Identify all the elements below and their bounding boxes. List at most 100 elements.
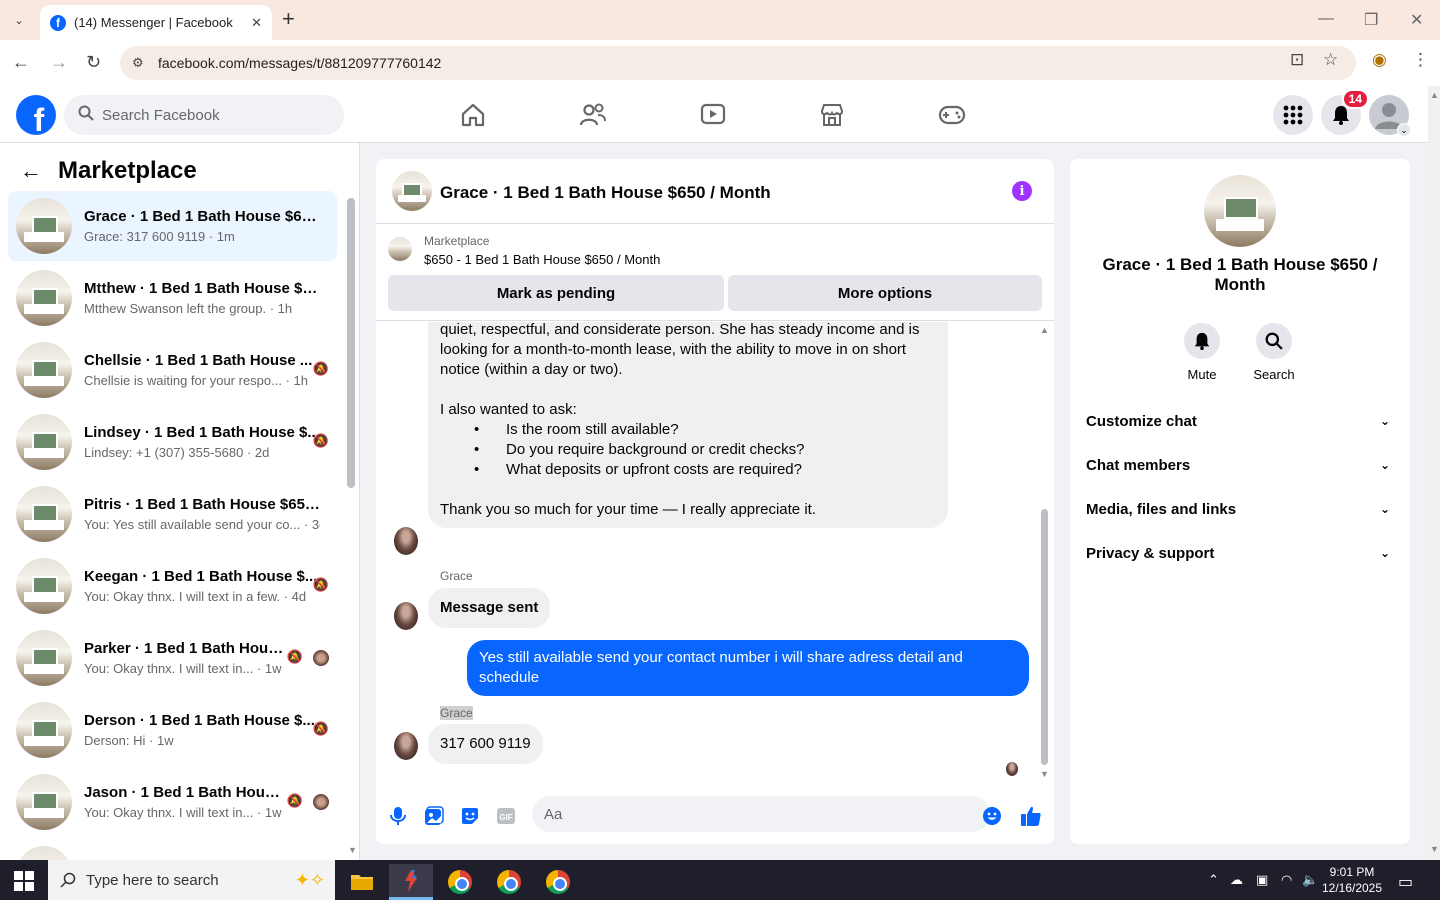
scroll-down-icon[interactable]: ▼ <box>1040 769 1049 779</box>
chrome-profile-icon[interactable] <box>487 864 531 900</box>
voice-clip-icon[interactable] <box>386 804 410 828</box>
friends-icon[interactable] <box>573 100 613 130</box>
more-options-button[interactable]: More options <box>728 275 1042 311</box>
conversation-item-partial[interactable] <box>8 839 337 860</box>
conversation-item[interactable]: Grace · 1 Bed 1 Bath House $650... Grace:… <box>8 191 337 261</box>
tray-chevron-icon[interactable]: ⌃ <box>1208 872 1219 888</box>
privacy-support-section[interactable]: Privacy & support ⌄ <box>1086 531 1394 575</box>
chat-panel: Grace · 1 Bed 1 Bath House $650 / Month … <box>376 159 1054 844</box>
facebook-search-input[interactable] <box>102 106 322 124</box>
system-clock[interactable]: 9:01 PM 12/16/2025 <box>1318 864 1386 896</box>
back-arrow-icon[interactable]: ← <box>20 158 42 184</box>
conversation-item[interactable]: Lindsey · 1 Bed 1 Bath House $... Lindsey… <box>8 407 337 477</box>
seen-avatar <box>313 794 329 810</box>
conversation-preview: You: Okay thnx. I will text in a few. · … <box>84 589 307 604</box>
conversation-name: Jason · 1 Bed 1 Bath House... <box>84 784 284 801</box>
emoji-icon[interactable] <box>980 804 1004 828</box>
back-icon[interactable]: ← <box>12 52 30 73</box>
meet-now-icon[interactable]: ▣ <box>1256 872 1268 888</box>
browser-tab[interactable]: f (14) Messenger | Facebook ✕ <box>40 5 272 40</box>
scroll-down-icon[interactable]: ▼ <box>1430 844 1439 854</box>
close-window-icon[interactable]: ✕ <box>1410 10 1423 30</box>
tab-search-icon[interactable]: ⌄ <box>6 8 32 32</box>
clock-time: 9:01 PM <box>1329 865 1375 879</box>
conversation-name: Chellsie · 1 Bed 1 Bath House ... <box>84 352 313 369</box>
conversation-item[interactable]: Jason · 1 Bed 1 Bath House... You: Okay t… <box>8 767 337 837</box>
search-icon <box>78 105 94 125</box>
chat-members-section[interactable]: Chat members ⌄ <box>1086 443 1394 487</box>
sticker-icon[interactable] <box>458 804 482 828</box>
gif-icon[interactable]: GIF <box>494 804 518 828</box>
account-avatar[interactable]: ⌄ <box>1369 95 1411 137</box>
sender-avatar[interactable] <box>394 602 418 630</box>
forward-icon[interactable]: → <box>50 52 68 73</box>
scroll-up-icon[interactable]: ▲ <box>1430 90 1439 100</box>
info-icon[interactable]: i <box>1012 181 1032 201</box>
onedrive-icon[interactable]: ☁ <box>1230 872 1243 888</box>
sender-name: Grace <box>440 706 473 720</box>
file-explorer-icon[interactable] <box>340 864 384 900</box>
profile-icon[interactable]: ◉ <box>1372 50 1387 70</box>
chat-title[interactable]: Grace · 1 Bed 1 Bath House $650 / Month <box>440 183 771 203</box>
volume-icon[interactable]: 🔈 <box>1302 872 1318 888</box>
restore-icon[interactable]: ❐ <box>1364 10 1378 30</box>
chrome-profile-icon[interactable] <box>536 864 580 900</box>
scroll-up-icon[interactable]: ▲ <box>1040 325 1049 335</box>
site-info-icon[interactable]: ⚙ <box>132 55 152 71</box>
notification-center-icon[interactable]: ▭ <box>1398 872 1413 892</box>
wifi-icon[interactable]: ◠ <box>1281 872 1292 888</box>
listing-title[interactable]: $650 - 1 Bed 1 Bath House $650 / Month <box>424 252 660 267</box>
conversation-name: Mtthew · 1 Bed 1 Bath House $6... <box>84 280 320 297</box>
customize-chat-section[interactable]: Customize chat ⌄ <box>1086 399 1394 443</box>
chat-listing-thumbnail[interactable] <box>392 171 432 211</box>
conversation-preview: Lindsey: +1 (307) 355-5680 · 2d <box>84 445 270 460</box>
chrome-icon[interactable] <box>438 864 482 900</box>
gaming-icon[interactable] <box>932 100 972 130</box>
mark-as-pending-button[interactable]: Mark as pending <box>388 275 724 311</box>
bell-icon <box>1184 323 1220 359</box>
reload-icon[interactable]: ↻ <box>86 52 101 73</box>
media-files-links-section[interactable]: Media, files and links ⌄ <box>1086 487 1394 531</box>
bookmark-star-icon[interactable]: ☆ <box>1323 50 1338 70</box>
facebook-logo-icon[interactable]: f <box>16 95 56 135</box>
url-text[interactable]: facebook.com/messages/t/881209777760142 <box>158 55 441 71</box>
search-conversation-button[interactable]: Search <box>1244 323 1304 382</box>
mute-button[interactable]: Mute <box>1172 323 1232 382</box>
listing-large-thumbnail[interactable] <box>1204 175 1276 247</box>
conversation-item[interactable]: Parker · 1 Bed 1 Bath Hous... You: Okay t… <box>8 623 337 693</box>
message-scrollbar[interactable] <box>1041 509 1048 765</box>
close-tab-icon[interactable]: ✕ <box>251 15 262 31</box>
seen-receipt-avatar <box>1006 762 1018 776</box>
photo-icon[interactable] <box>422 804 446 828</box>
conversation-item[interactable]: Keegan · 1 Bed 1 Bath House $... You: Oka… <box>8 551 337 621</box>
install-app-icon[interactable]: ⊡ <box>1290 50 1304 70</box>
scroll-down-icon[interactable]: ▼ <box>348 845 357 855</box>
marketplace-title: Marketplace <box>58 157 197 184</box>
omnibox[interactable]: ⚙ facebook.com/messages/t/88120977776014… <box>120 46 1356 80</box>
notifications-bell-icon[interactable]: 14 <box>1321 89 1369 135</box>
video-icon[interactable] <box>693 100 733 130</box>
facebook-search[interactable] <box>64 95 344 135</box>
conversation-item[interactable]: Derson · 1 Bed 1 Bath House $... Derson: … <box>8 695 337 765</box>
conversation-item[interactable]: Pitris · 1 Bed 1 Bath House $650 ... You:… <box>8 479 337 549</box>
conversation-item[interactable]: Chellsie · 1 Bed 1 Bath House ... Chellsi… <box>8 335 337 405</box>
new-tab-icon[interactable]: + <box>282 8 295 30</box>
listing-thumbnail <box>16 270 72 326</box>
like-thumb-icon[interactable] <box>1019 804 1043 828</box>
conversation-list-scrollbar[interactable] <box>347 198 355 488</box>
search-icon <box>60 872 76 888</box>
menu-icon[interactable]: ⋮ <box>1412 50 1429 70</box>
sender-avatar[interactable] <box>394 732 418 760</box>
sender-avatar[interactable] <box>394 527 418 555</box>
chat-header: Grace · 1 Bed 1 Bath House $650 / Month … <box>376 159 1054 224</box>
taskbar-search[interactable]: Type here to search ✦✧ <box>48 860 335 900</box>
minimize-icon[interactable]: — <box>1318 10 1334 28</box>
home-icon[interactable] <box>453 100 493 130</box>
marketplace-icon[interactable] <box>812 100 852 130</box>
conversation-item[interactable]: Mtthew · 1 Bed 1 Bath House $6... Mtthew … <box>8 263 337 333</box>
menu-grid-icon[interactable] <box>1273 95 1313 135</box>
page-scrollbar[interactable]: ▲ ▼ <box>1428 86 1440 860</box>
message-input[interactable] <box>532 796 990 832</box>
windows-start-icon[interactable] <box>14 871 34 896</box>
app-icon[interactable] <box>389 864 433 900</box>
